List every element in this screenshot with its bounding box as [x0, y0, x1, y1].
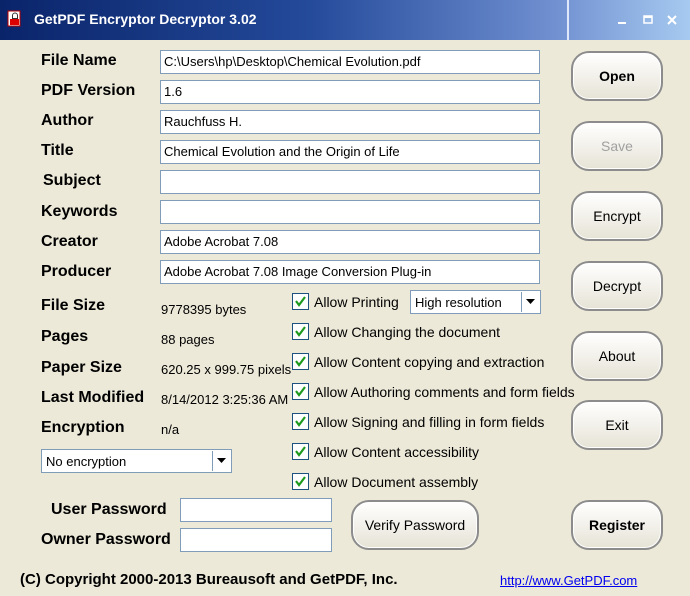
- owner-password-label: Owner Password: [41, 531, 171, 548]
- keywords-field[interactable]: [160, 200, 540, 224]
- permission-label: Allow Document assembly: [314, 474, 479, 490]
- encryption-select-value: No encryption: [46, 454, 127, 469]
- file-size-label: File Size: [41, 297, 106, 314]
- checkbox-signing[interactable]: [292, 413, 309, 430]
- checkbox-changing[interactable]: [292, 323, 309, 340]
- encryption-value: n/a: [161, 422, 180, 437]
- producer-field[interactable]: Adobe Acrobat 7.08 Image Conversion Plug…: [160, 260, 540, 284]
- checkmark-icon: [295, 476, 306, 487]
- file-size-value: 9778395 bytes: [161, 302, 247, 317]
- producer-label: Producer: [41, 263, 112, 280]
- checkmark-icon: [295, 446, 306, 457]
- checkbox-authoring[interactable]: [292, 383, 309, 400]
- app-icon: [6, 10, 24, 28]
- title-field[interactable]: Chemical Evolution and the Origin of Lif…: [160, 140, 540, 164]
- chevron-down-icon[interactable]: [212, 451, 230, 471]
- author-field[interactable]: Rauchfuss H.: [160, 110, 540, 134]
- pages-label: Pages: [41, 328, 89, 345]
- encryption-select[interactable]: No encryption: [41, 449, 232, 473]
- creator-field[interactable]: Adobe Acrobat 7.08: [160, 230, 540, 254]
- close-icon[interactable]: [664, 12, 680, 28]
- pdf-version-field[interactable]: 1.6: [160, 80, 540, 104]
- minimize-icon[interactable]: [614, 12, 630, 28]
- maximize-icon[interactable]: [640, 12, 656, 28]
- checkmark-icon: [295, 416, 306, 427]
- user-password-input[interactable]: [180, 498, 332, 522]
- checkbox-accessibility[interactable]: [292, 443, 309, 460]
- window-title: GetPDF Encryptor Decryptor 3.02: [34, 11, 257, 27]
- user-password-label: User Password: [51, 501, 167, 518]
- owner-password-input[interactable]: [180, 528, 332, 552]
- subject-field[interactable]: [160, 170, 540, 194]
- checkbox-printing[interactable]: [292, 293, 309, 310]
- permission-label: Allow Content copying and extraction: [314, 354, 545, 370]
- encryption-label: Encryption: [41, 419, 125, 436]
- verify-password-button[interactable]: Verify Password: [351, 500, 479, 550]
- keywords-label: Keywords: [41, 203, 118, 220]
- file-name-field[interactable]: C:\Users\hp\Desktop\Chemical Evolution.p…: [160, 50, 540, 74]
- pdf-version-label: PDF Version: [41, 82, 136, 99]
- last-modified-label: Last Modified: [41, 389, 145, 406]
- pages-value: 88 pages: [161, 332, 215, 347]
- file-name-label: File Name: [41, 52, 117, 69]
- title-label: Title: [41, 142, 74, 159]
- checkbox-assembly[interactable]: [292, 473, 309, 490]
- open-button[interactable]: Open: [571, 51, 663, 101]
- title-bar[interactable]: GetPDF Encryptor Decryptor 3.02: [0, 0, 690, 40]
- exit-button[interactable]: Exit: [571, 400, 663, 450]
- about-button[interactable]: About: [571, 331, 663, 381]
- printing-resolution-select[interactable]: High resolution: [410, 290, 541, 314]
- main-window: GetPDF Encryptor Decryptor 3.02 File Nam…: [0, 0, 690, 596]
- checkmark-icon: [295, 326, 306, 337]
- checkmark-icon: [295, 356, 306, 367]
- checkbox-copying[interactable]: [292, 353, 309, 370]
- title-bar-separator: [567, 0, 569, 40]
- permission-label: Allow Content accessibility: [314, 444, 479, 460]
- copyright-text: (C) Copyright 2000-2013 Bureausoft and G…: [20, 571, 398, 588]
- register-button[interactable]: Register: [571, 500, 663, 550]
- paper-size-label: Paper Size: [41, 359, 122, 376]
- permission-label: Allow Authoring comments and form fields: [314, 384, 575, 400]
- paper-size-value: 620.25 x 999.75 pixels: [161, 362, 291, 377]
- encrypt-button[interactable]: Encrypt: [571, 191, 663, 241]
- permission-label: Allow Signing and filling in form fields: [314, 414, 545, 430]
- author-label: Author: [41, 112, 94, 129]
- website-link[interactable]: http://www.GetPDF.com: [500, 573, 637, 588]
- checkmark-icon: [295, 296, 306, 307]
- last-modified-value: 8/14/2012 3:25:36 AM: [161, 392, 289, 407]
- permission-label: Allow Changing the document: [314, 324, 501, 340]
- creator-label: Creator: [41, 233, 98, 250]
- save-button[interactable]: Save: [571, 121, 663, 171]
- printing-resolution-value: High resolution: [415, 295, 502, 310]
- decrypt-button[interactable]: Decrypt: [571, 261, 663, 311]
- subject-label: Subject: [43, 172, 101, 189]
- checkmark-icon: [295, 386, 306, 397]
- chevron-down-icon[interactable]: [521, 292, 539, 312]
- permission-label: Allow Printing: [314, 294, 399, 310]
